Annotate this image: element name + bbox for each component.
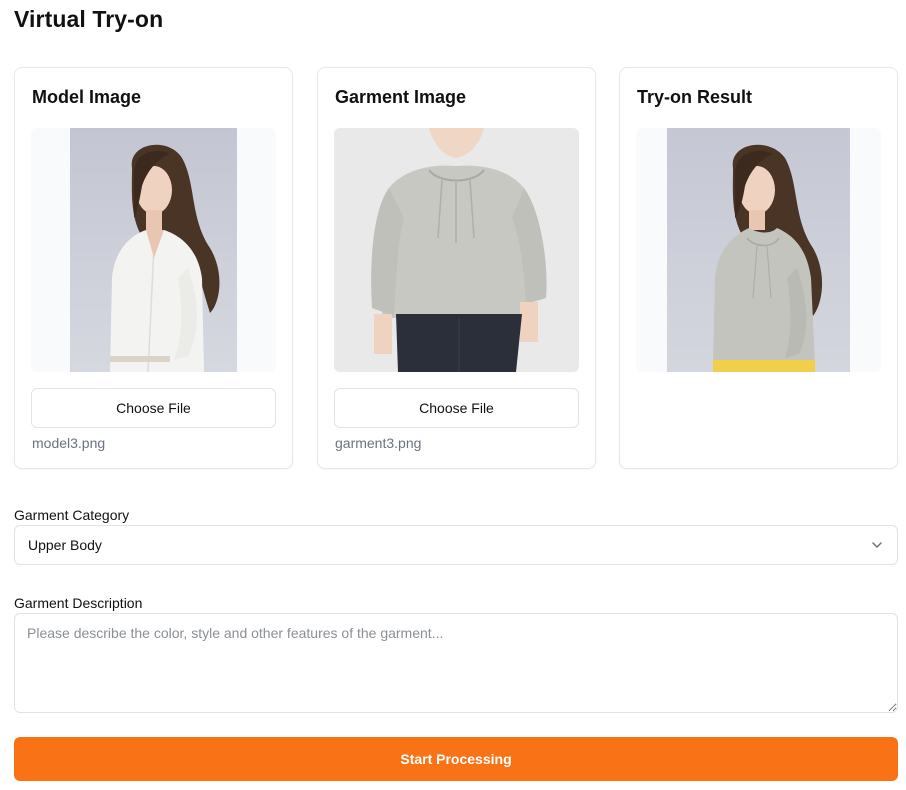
garment-description-label: Garment Description <box>14 595 143 611</box>
result-photo <box>667 128 850 372</box>
tryon-result-title: Try-on Result <box>637 87 753 107</box>
model-file-name: model3.png <box>32 435 106 451</box>
tryon-result-preview <box>636 128 881 372</box>
garment-image-preview <box>334 128 579 372</box>
garment-photo <box>334 128 579 372</box>
garment-image-card: Garment Image Choose File garment3.png <box>317 67 596 469</box>
garment-description-textarea[interactable] <box>14 613 898 713</box>
garment-image-title: Garment Image <box>335 87 467 107</box>
model-choose-file-button[interactable]: Choose File <box>31 388 276 428</box>
tryon-result-card: Try-on Result <box>619 67 898 469</box>
garment-file-name: garment3.png <box>335 435 422 451</box>
garment-category-label: Garment Category <box>14 507 130 523</box>
model-image-preview <box>31 128 276 372</box>
garment-category-value: Upper Body <box>28 537 102 553</box>
start-processing-button[interactable]: Start Processing <box>14 737 898 781</box>
garment-category-select[interactable]: Upper Body <box>14 525 898 565</box>
model-image-card: Model Image Choose File model3.png <box>14 67 293 469</box>
page-title: Virtual Try-on <box>14 6 164 32</box>
garment-choose-file-button[interactable]: Choose File <box>334 388 579 428</box>
chevron-down-icon <box>872 542 882 548</box>
model-image-title: Model Image <box>32 87 142 107</box>
model-photo <box>70 128 237 372</box>
